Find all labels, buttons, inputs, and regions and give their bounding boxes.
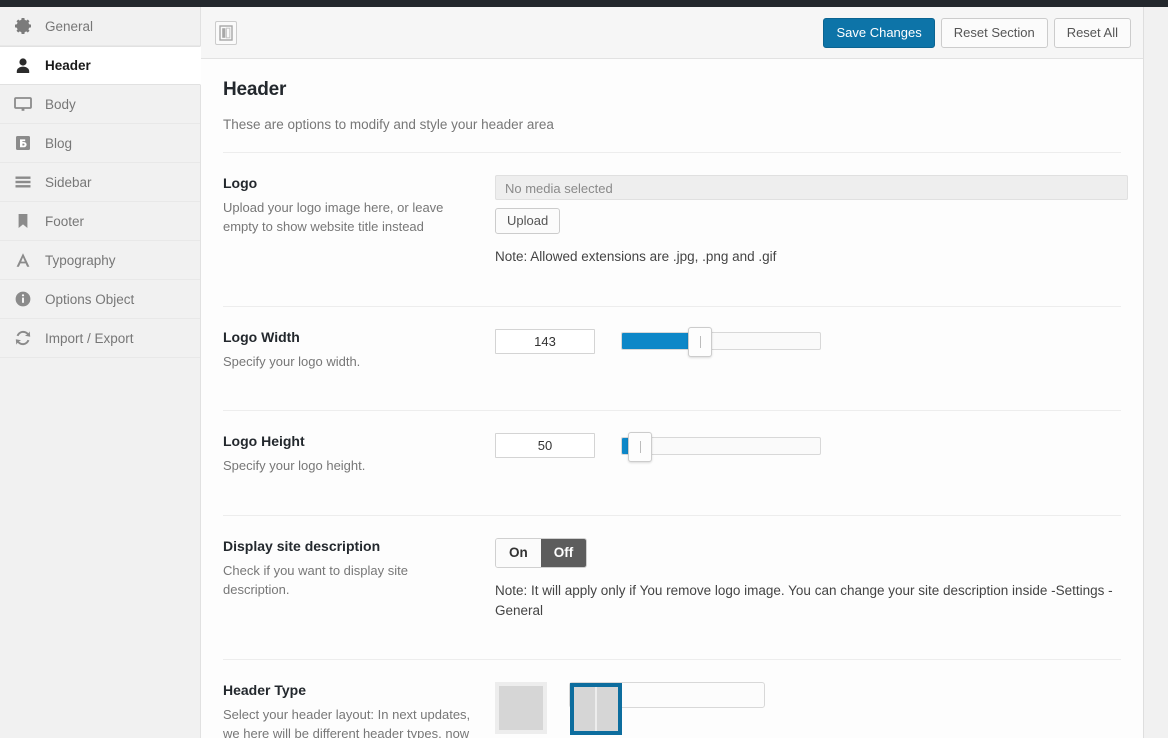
sidebar-item-typography[interactable]: Typography: [0, 241, 200, 280]
field-description: Specify your logo height.: [223, 458, 366, 474]
options-toolbar: Save Changes Reset Section Reset All: [201, 7, 1143, 59]
header-layout-split-preview-icon: [570, 683, 623, 736]
options-panel: Save Changes Reset Section Reset All Hea…: [201, 7, 1144, 738]
toolbar-buttons: Save Changes Reset Section Reset All: [823, 18, 1131, 48]
sidebar-item-label: Sidebar: [45, 174, 92, 190]
sidebar-item-general[interactable]: General: [0, 7, 200, 46]
toggle-on-option[interactable]: On: [496, 539, 541, 568]
field-logo-width-label-col: Logo Width Specify your logo width.: [223, 329, 495, 372]
media-display-field[interactable]: No media selected: [495, 175, 1128, 200]
blog-icon: [12, 132, 34, 154]
layout-panel-icon[interactable]: [215, 21, 237, 45]
sidebar-item-label: General: [45, 18, 94, 34]
info-icon: [12, 288, 34, 310]
header-layout-preview-icon: [495, 682, 547, 735]
slider-handle[interactable]: [628, 431, 652, 462]
gear-icon: [12, 15, 34, 37]
field-title: Display site description: [223, 538, 381, 555]
field-header-type-control-col: Transparent Transparent: [495, 682, 1121, 738]
save-changes-button[interactable]: Save Changes: [823, 18, 935, 48]
field-site-desc-control-col: On Off Note: It will apply only if You r…: [495, 538, 1121, 620]
sidebar-item-label: Typography: [45, 252, 116, 268]
sidebar-item-label: Body: [45, 96, 76, 112]
field-logo-width-control-col: [495, 327, 1121, 372]
field-logo: Logo Upload your logo image here, or lea…: [223, 152, 1128, 285]
header-type-option-1[interactable]: Transparent: [495, 682, 567, 738]
field-header-type: Header Type Select your header layout: I…: [223, 659, 1121, 738]
letter-a-icon: [12, 249, 34, 271]
field-logo-height: Logo Height Specify your logo height.: [223, 410, 1121, 494]
field-description: Check if you want to display site descri…: [223, 563, 408, 598]
field-description: Select your header layout: In next updat…: [223, 707, 471, 738]
sidebar-item-label: Footer: [45, 213, 85, 229]
page-title: Header: [223, 79, 287, 100]
toggle-off-option[interactable]: Off: [540, 539, 587, 568]
sidebar-item-body[interactable]: Body: [0, 85, 200, 124]
user-icon: [12, 55, 34, 77]
sidebar-item-label: Blog: [45, 135, 73, 151]
field-logo-label-col: Logo Upload your logo image here, or lea…: [223, 175, 495, 267]
reset-section-button[interactable]: Reset Section: [940, 18, 1048, 48]
sidebar-item-options-object[interactable]: Options Object: [0, 280, 200, 319]
site-description-note: Note: It will apply only if You remove l…: [495, 583, 1113, 618]
sidebar-item-label: Header: [45, 58, 91, 73]
logo-height-input[interactable]: [495, 433, 595, 459]
wp-admin-bar: [0, 0, 1168, 7]
reset-all-button[interactable]: Reset All: [1053, 18, 1131, 48]
field-title: Logo Height: [223, 433, 305, 450]
menu-lines-icon: [12, 171, 34, 193]
logo-height-slider[interactable]: [621, 431, 821, 462]
settings-sidebar: General Header Body Blog Sidebar Footer …: [0, 7, 201, 738]
sidebar-item-sidebar[interactable]: Sidebar: [0, 163, 200, 202]
page-subtitle: These are options to modify and style yo…: [223, 117, 554, 132]
sidebar-item-import-export[interactable]: Import / Export: [0, 319, 200, 358]
logo-width-slider[interactable]: [621, 327, 821, 358]
logo-width-input[interactable]: [495, 328, 595, 354]
field-description: Upload your logo image here, or leave em…: [223, 200, 444, 234]
bookmark-icon: [12, 210, 34, 232]
field-logo-height-control-col: [495, 431, 1121, 476]
sidebar-item-label: Import / Export: [45, 330, 134, 346]
monitor-icon: [12, 93, 34, 115]
header-type-option-2[interactable]: Transparent: [569, 682, 766, 736]
sidebar-item-header[interactable]: Header: [0, 46, 201, 85]
field-logo-width: Logo Width Specify your logo width.: [223, 305, 1121, 390]
upload-button[interactable]: Upload: [495, 208, 561, 234]
field-title: Logo Width: [223, 328, 300, 345]
site-description-toggle[interactable]: On Off: [495, 538, 588, 569]
field-logo-control-col: No media selected Upload Note: Allowed e…: [495, 175, 1128, 267]
sidebar-item-blog[interactable]: Blog: [0, 124, 200, 163]
field-header-type-label-col: Header Type Select your header layout: I…: [223, 682, 495, 738]
slider-handle[interactable]: [688, 327, 712, 358]
field-description: Specify your logo width.: [223, 353, 361, 369]
sidebar-item-label: Options Object: [45, 291, 135, 307]
sidebar-item-footer[interactable]: Footer: [0, 202, 200, 241]
field-logo-height-label-col: Logo Height Specify your logo height.: [223, 433, 495, 476]
field-site-desc-label-col: Display site description Check if you wa…: [223, 538, 495, 620]
field-title: Logo: [223, 175, 258, 191]
field-display-site-description: Display site description Check if you wa…: [223, 515, 1121, 638]
refresh-icon: [12, 327, 34, 349]
logo-note: Note: Allowed extensions are .jpg, .png …: [495, 249, 777, 264]
field-title: Header Type: [223, 682, 306, 699]
options-content: Header These are options to modify and s…: [201, 79, 1143, 738]
